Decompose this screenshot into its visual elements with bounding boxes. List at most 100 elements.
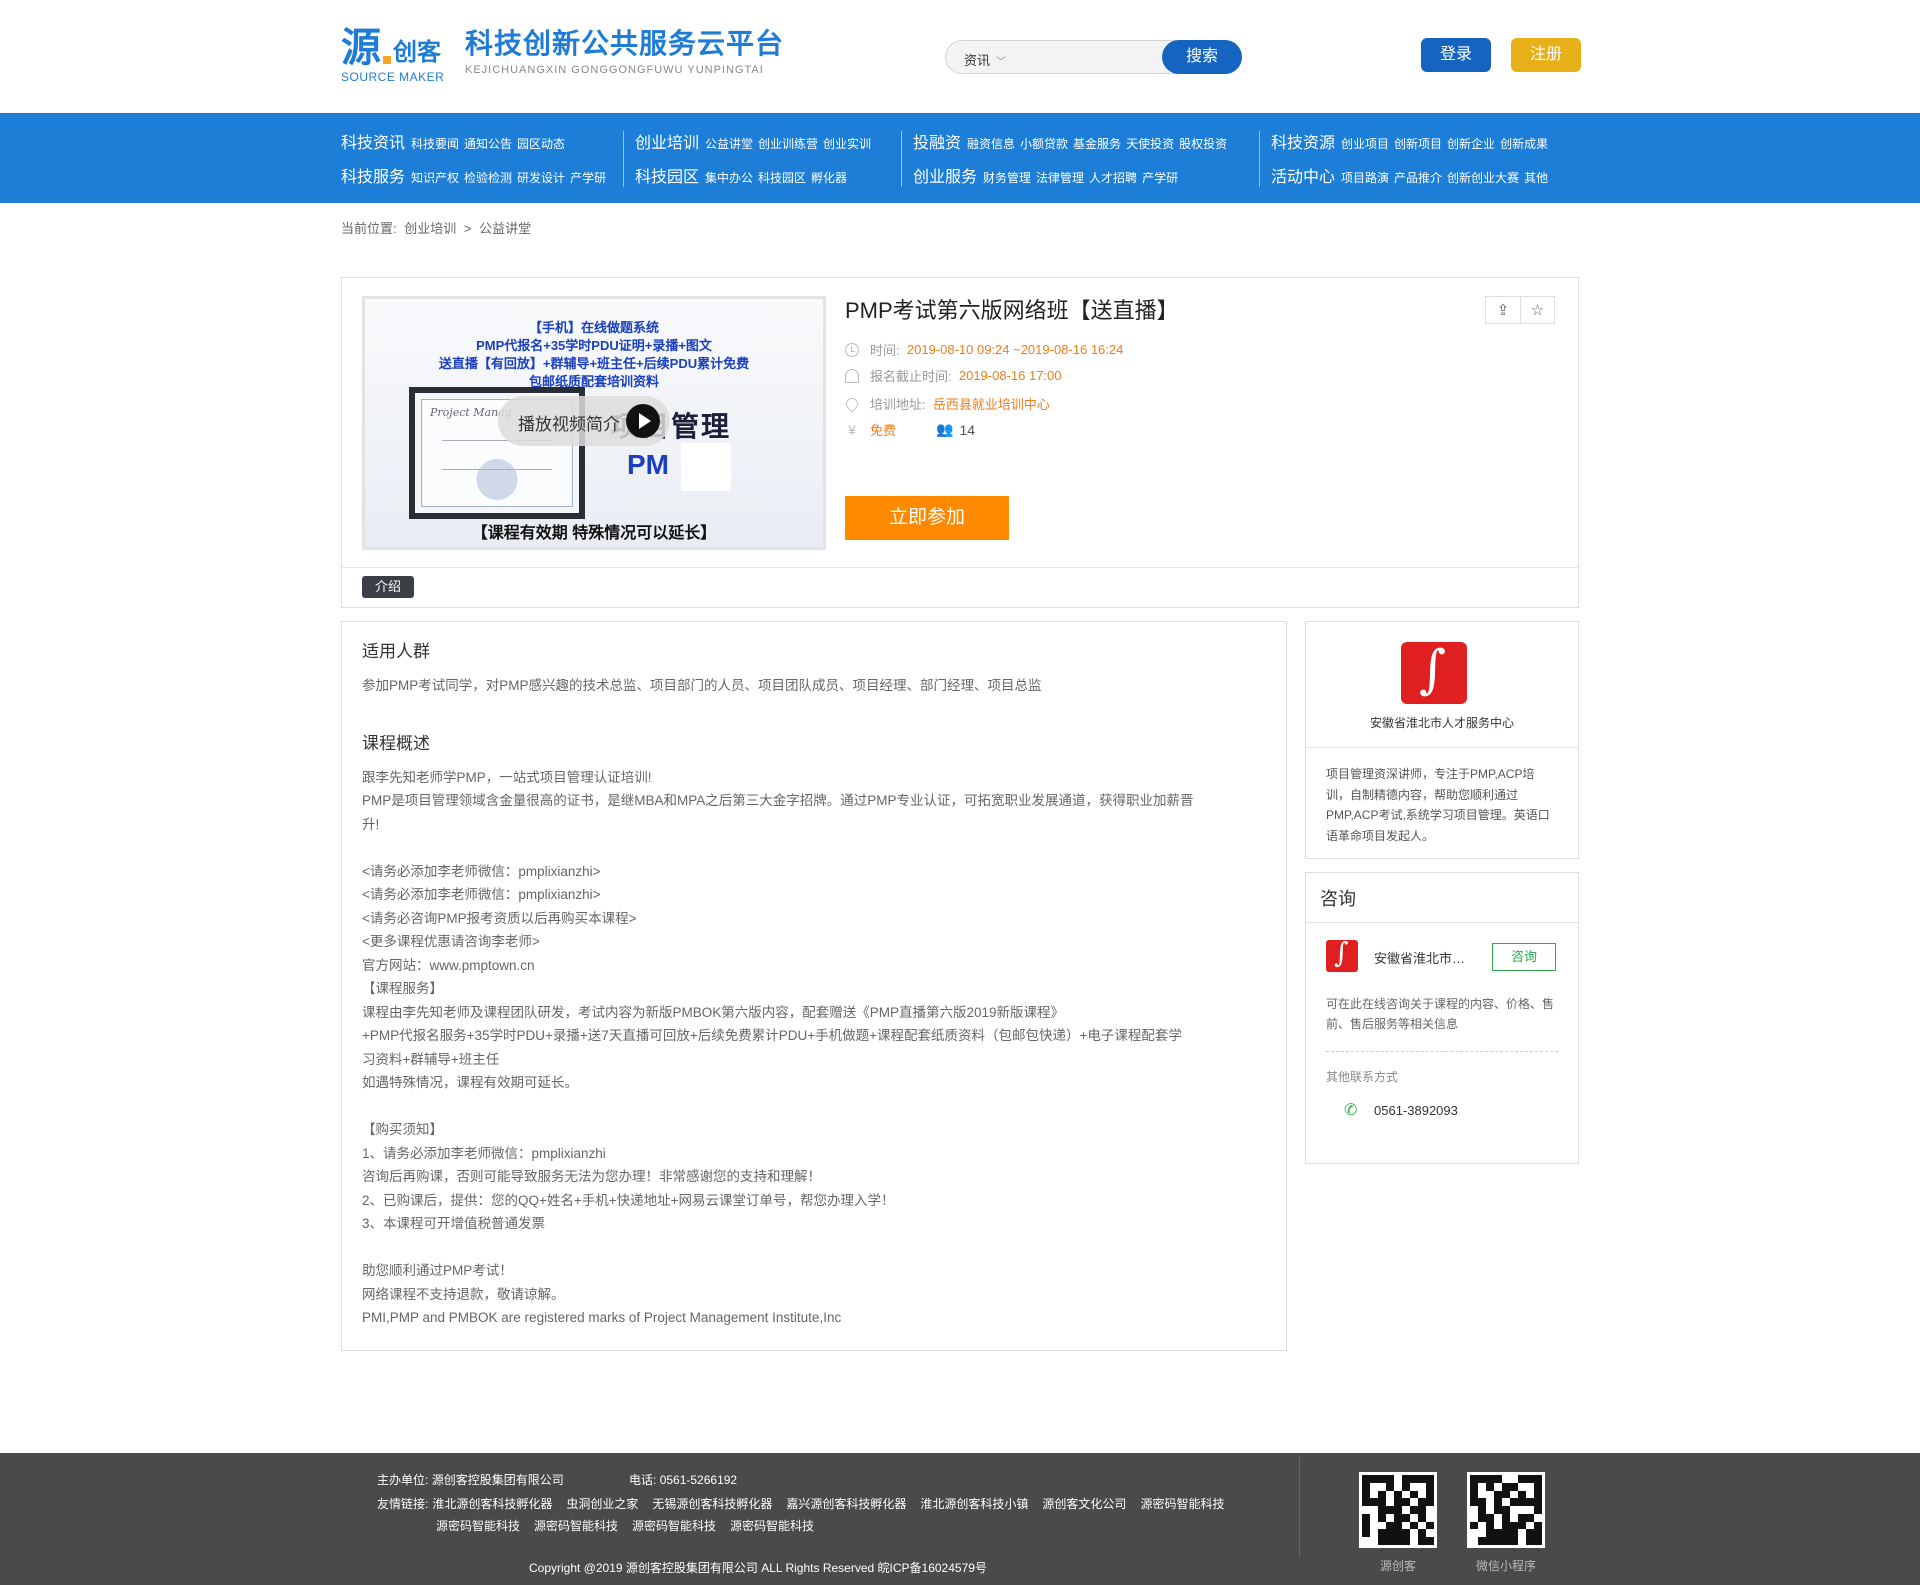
nav-sub-link[interactable]: 天使投资 — [1126, 135, 1174, 152]
nav-sub-link[interactable]: 创业项目 — [1341, 135, 1389, 152]
nav-sub-link[interactable]: 创新创业大赛 — [1447, 169, 1519, 186]
nav-sub-link[interactable]: 产品推介 — [1394, 169, 1442, 186]
chevron-down-icon: ﹀ — [996, 57, 1007, 68]
tel-number: 0561-5266192 — [659, 1473, 738, 1487]
join-now-button[interactable]: 立即参加 — [845, 496, 1009, 540]
friend-link[interactable]: 源密码智能科技 — [534, 1519, 618, 1533]
overview-line: 跟李先知老师学PMP，一站式项目管理认证培训! — [362, 769, 652, 785]
cover-line: 送直播【有回放】+群辅导+班主任+后续PDU累计免费 — [438, 356, 750, 371]
nav-row: 创业服务 财务管理 法律管理 人才招聘 产学研 — [913, 163, 1271, 197]
share-icon[interactable]: ⇪ — [1486, 297, 1520, 323]
friend-link[interactable]: 嘉兴源创客科技孵化器 — [786, 1497, 906, 1511]
search-category-select[interactable]: 资讯 ﹀ — [964, 50, 1006, 69]
links-label: 友情链接: — [377, 1497, 429, 1511]
nav-sub-link[interactable]: 产学研 — [1142, 169, 1178, 186]
nav-main-link[interactable]: 投融资 — [913, 129, 961, 153]
nav-sub-link[interactable]: 产学研 — [570, 169, 606, 186]
breadcrumb: 当前位置: 创业培训 > 公益讲堂 — [341, 203, 1579, 277]
deadline-value: 2019-08-16 17:00 — [958, 368, 1062, 383]
overview-line: 2、已购课后，提供：您的QQ+姓名+手机+快递地址+网易云课堂订单号，帮您办理入… — [362, 1192, 895, 1208]
breadcrumb-label: 当前位置: — [341, 221, 397, 236]
logo-text: 科技创新公共服务云平台 KEJICHUANGXIN GONGGONGFUWU Y… — [465, 26, 784, 78]
nav-main-link[interactable]: 活动中心 — [1271, 163, 1335, 187]
tab-intro[interactable]: 介绍 — [362, 576, 414, 598]
nav-main-link[interactable]: 创业服务 — [913, 163, 977, 187]
overview-line: 课程由李先知老师及课程团队研发，考试内容为新版PMBOK第六版内容，配套赠送《P… — [362, 1004, 1065, 1020]
site-logo[interactable]: 源 创客 SOURCE MAKER 科技创新公共服务云平台 KEJICHUANG… — [341, 26, 784, 85]
register-button[interactable]: 注册 — [1511, 38, 1581, 72]
nav-sub-link[interactable]: 项目路演 — [1341, 169, 1389, 186]
nav-sub-link[interactable]: 法律管理 — [1036, 169, 1084, 186]
consult-card: 咨询 安徽省淮北市人才服务中心 咨询 可在此在线咨询关于课程的内容、价格、售前、… — [1305, 872, 1579, 1164]
address-value[interactable]: 岳西县就业培训中心 — [933, 394, 1050, 413]
friend-link[interactable]: 淮北源创客科技孵化器 — [432, 1497, 552, 1511]
consult-button[interactable]: 咨询 — [1492, 943, 1556, 971]
nav-main-link[interactable]: 科技资讯 — [341, 129, 405, 153]
organizer-logo[interactable] — [1401, 642, 1467, 704]
breadcrumb-item-training[interactable]: 创业培训 — [404, 221, 456, 236]
organizer-name[interactable]: 安徽省淮北市人才服务中心 — [1306, 714, 1578, 731]
friend-link[interactable]: 源密码智能科技 — [730, 1519, 814, 1533]
overview-line: <请务必添加李老师微信：pmplixianzhi> — [362, 887, 601, 902]
nav-sub-link[interactable]: 基金服务 — [1073, 135, 1121, 152]
friend-link[interactable]: 虫洞创业之家 — [566, 1497, 638, 1511]
nav-sub-link[interactable]: 创业训练营 — [758, 135, 818, 152]
nav-sub-link[interactable]: 科技园区 — [758, 169, 806, 186]
audience-title: 适用人群 — [362, 642, 430, 661]
friend-link[interactable]: 源创客文化公司 — [1042, 1497, 1126, 1511]
nav-main-link[interactable]: 科技资源 — [1271, 129, 1335, 153]
nav-sub-link[interactable]: 园区动态 — [517, 135, 565, 152]
friend-link[interactable]: 淮北源创客科技小镇 — [920, 1497, 1028, 1511]
nav-sub-link[interactable]: 创新项目 — [1394, 135, 1442, 152]
overview-line: 助您顺利通过PMP考试！ — [362, 1263, 513, 1278]
nav-sub-link[interactable]: 公益讲堂 — [705, 135, 753, 152]
friend-link[interactable]: 无锡源创客科技孵化器 — [652, 1497, 772, 1511]
nav-sub-link[interactable]: 研发设计 — [517, 169, 565, 186]
nav-sub-link[interactable]: 其他 — [1524, 169, 1548, 186]
platform-pinyin: KEJICHUANGXIN GONGGONGFUWU YUNPINGTAI — [465, 64, 764, 76]
course-info: PMP考试第六版网络班【送直播】 ⇪ ☆ 时间: 2019-08-10 09:2… — [843, 296, 1555, 540]
friend-link[interactable]: 源密码智能科技 — [1140, 1497, 1224, 1511]
cover-headline: 【手机】在线做题系统 PMP代报名+35学时PDU证明+录播+图文 送直播【有回… — [365, 319, 823, 391]
nav-sub-link[interactable]: 创业实训 — [823, 135, 871, 152]
overview-line: +PMP代报名服务+35学时PDU+录播+送7天直播可回放+后续免费累计PDU+… — [362, 1028, 1182, 1043]
nav-sub-link[interactable]: 人才招聘 — [1089, 169, 1137, 186]
overview-line: 【购买须知】 — [362, 1122, 443, 1137]
search-button[interactable]: 搜索 — [1162, 40, 1242, 74]
tel-label: 电话: — [629, 1473, 657, 1487]
play-video-label: 播放视频简介 — [518, 415, 620, 434]
nav-main-link[interactable]: 科技服务 — [341, 163, 405, 187]
qr-label-site: 源创客 — [1379, 1559, 1416, 1573]
nav-sub-link[interactable]: 集中办公 — [705, 169, 753, 186]
nav-sub-link[interactable]: 小额贷款 — [1020, 135, 1068, 152]
nav-sub-link[interactable]: 检验检测 — [464, 169, 512, 186]
host-name: 源创客控股集团有限公司 — [431, 1473, 564, 1487]
nav-sub-link[interactable]: 知识产权 — [411, 169, 459, 186]
nav-sub-link[interactable]: 融资信息 — [967, 135, 1015, 152]
course-tools: ⇪ ☆ — [1485, 296, 1555, 324]
logo-mark: 源 创客 SOURCE MAKER — [341, 26, 459, 85]
breadcrumb-item-lecture[interactable]: 公益讲堂 — [479, 221, 531, 236]
nav-sub-link[interactable]: 科技要闻 — [411, 135, 459, 152]
nav-main-link[interactable]: 创业培训 — [635, 129, 699, 153]
overview-line: <请务必咨询PMP报考资质以后再购买本课程> — [362, 910, 637, 926]
nav-main-link[interactable]: 科技园区 — [635, 163, 699, 187]
overview-line: <请务必添加李老师微信：pmplixianzhi> — [362, 863, 601, 879]
nav-sub-link[interactable]: 创新企业 — [1447, 135, 1495, 152]
course-time-row: 时间: 2019-08-10 09:24 ~2019-08-16 16:24 — [845, 340, 1123, 359]
overview-line: 如遇特殊情况，课程有效期可延长。 — [362, 1075, 578, 1090]
nav-sub-link[interactable]: 孵化器 — [811, 169, 847, 186]
nav-sub-link[interactable]: 创新成果 — [1500, 135, 1548, 152]
star-icon[interactable]: ☆ — [1520, 297, 1554, 323]
friend-link[interactable]: 源密码智能科技 — [632, 1519, 716, 1533]
friend-link[interactable]: 源密码智能科技 — [436, 1519, 520, 1533]
course-cover-video[interactable]: 【手机】在线做题系统 PMP代报名+35学时PDU证明+录播+图文 送直播【有回… — [362, 296, 826, 550]
nav-sub-link[interactable]: 股权投资 — [1179, 135, 1227, 152]
nav-sub-link[interactable]: 通知公告 — [464, 135, 512, 152]
overview-line: 习资料+群辅导+班主任 — [362, 1051, 500, 1067]
play-video-button[interactable]: 播放视频简介 — [498, 396, 670, 446]
search-input[interactable] — [1026, 45, 1146, 69]
nav-sub-link[interactable]: 财务管理 — [983, 169, 1031, 186]
cover-footer-text: 【课程有效期 特殊情况可以延长】 — [471, 525, 717, 542]
login-button[interactable]: 登录 — [1421, 38, 1491, 72]
